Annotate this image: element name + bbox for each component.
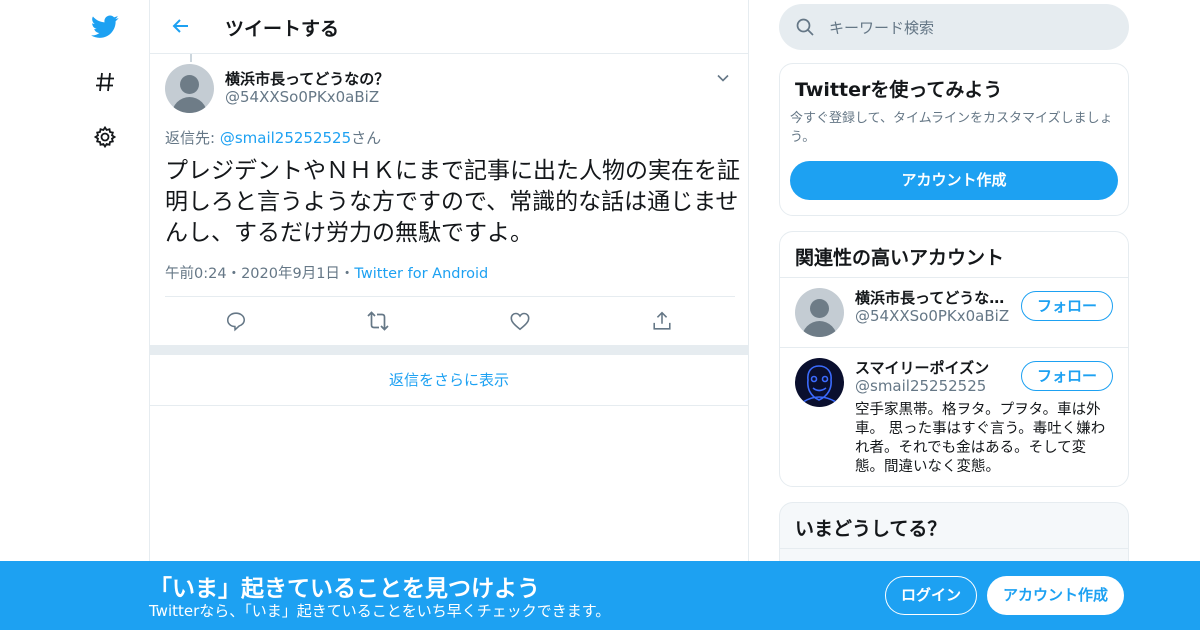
reply-to-link[interactable]: @smail25252525 bbox=[220, 129, 351, 147]
reply-prefix: 返信先: bbox=[165, 129, 220, 147]
related-accounts-card: 関連性の高いアカウント 横浜市長ってどうな… @54XXSo0PKx0aBiZ … bbox=[779, 231, 1129, 487]
author-name[interactable]: 横浜市長ってどうなの？ bbox=[225, 68, 389, 89]
tweet-time[interactable]: 午前0:24 bbox=[165, 266, 227, 282]
back-arrow-icon[interactable] bbox=[168, 13, 194, 39]
left-nav bbox=[80, 0, 130, 630]
banner-subtext: Twitterなら、「いま」起きていることをいち早くチェックできます。 bbox=[149, 602, 611, 620]
trends-title: いまどうしてる？ bbox=[795, 518, 947, 540]
hashtag-icon[interactable] bbox=[90, 67, 120, 97]
reply-icon[interactable] bbox=[224, 309, 248, 333]
related-title: 関連性の高いアカウント bbox=[795, 247, 1005, 269]
twitter-bird-icon[interactable] bbox=[90, 12, 120, 42]
banner-headline: 「いま」起きていることを見つけよう bbox=[149, 576, 540, 602]
signup-card-desc: 今すぐ登録して、タイムラインをカスタマイズしましょう。 bbox=[790, 111, 1113, 145]
show-more-replies-link[interactable]: 返信をさらに表示 bbox=[150, 356, 748, 406]
divider bbox=[780, 347, 1128, 348]
follow-button[interactable]: フォロー bbox=[1021, 291, 1113, 321]
meta-separator: ・ bbox=[339, 266, 355, 282]
signup-card: Twitterを使ってみよう 今すぐ登録して、タイムラインをカスタマイズしましょ… bbox=[779, 63, 1129, 216]
related-account-bio: 空手家黒帯。格ヲタ。プヲタ。車は外車。 思った事はすぐ言う。毒吐く嫌われ者。それ… bbox=[855, 402, 1106, 475]
page-title: ツイートする bbox=[225, 18, 340, 40]
related-account-handle[interactable]: @smail25252525 bbox=[855, 377, 986, 395]
thread-line bbox=[190, 54, 192, 62]
retweet-icon[interactable] bbox=[366, 309, 390, 333]
tweet-source-link[interactable]: Twitter for Android bbox=[354, 266, 488, 282]
avatar[interactable] bbox=[795, 288, 844, 337]
create-account-button[interactable]: アカウント作成 bbox=[790, 161, 1118, 200]
tweet-text: プレジデントやＮＨＫにまで記事に出た人物の実在を証明しろと言うような方ですので、… bbox=[165, 158, 740, 246]
tweet-date[interactable]: 2020年9月1日 bbox=[241, 266, 340, 282]
page-header: ツイートする bbox=[150, 0, 748, 54]
meta-separator: ・ bbox=[226, 266, 242, 282]
section-separator bbox=[150, 345, 748, 355]
divider bbox=[780, 277, 1128, 278]
heart-icon[interactable] bbox=[508, 309, 532, 333]
signup-button[interactable]: アカウント作成 bbox=[987, 576, 1124, 615]
divider bbox=[165, 296, 735, 297]
avatar[interactable] bbox=[795, 358, 844, 407]
author-handle[interactable]: @54XXSo0PKx0aBiZ bbox=[225, 88, 379, 106]
chevron-down-icon[interactable] bbox=[716, 70, 730, 89]
tweet-meta: 午前0:24・2020年9月1日・Twitter for Android bbox=[165, 262, 488, 283]
main-column: ツイートする 横浜市長ってどうなの？ @54XXSo0PKx0aBiZ 返信先:… bbox=[149, 0, 749, 630]
gear-icon[interactable] bbox=[90, 122, 120, 152]
search-icon bbox=[795, 17, 815, 41]
related-account-handle[interactable]: @54XXSo0PKx0aBiZ bbox=[855, 307, 1009, 325]
reply-to-line: 返信先: @smail25252525さん bbox=[165, 127, 381, 148]
related-account-name[interactable]: 横浜市長ってどうな… bbox=[855, 287, 1010, 308]
related-account-name[interactable]: スマイリーポイズン bbox=[855, 357, 1010, 378]
signup-card-title: Twitterを使ってみよう bbox=[795, 79, 1003, 101]
share-icon[interactable] bbox=[650, 309, 674, 333]
avatar[interactable] bbox=[165, 64, 214, 113]
bottom-signup-banner: 「いま」起きていることを見つけよう Twitterなら、「いま」起きていることを… bbox=[0, 561, 1200, 630]
search-input[interactable]: キーワード検索 bbox=[779, 4, 1129, 50]
reply-suffix: さん bbox=[351, 129, 382, 147]
divider bbox=[780, 548, 1128, 549]
follow-button[interactable]: フォロー bbox=[1021, 361, 1113, 391]
login-button[interactable]: ログイン bbox=[885, 576, 977, 615]
search-placeholder: キーワード検索 bbox=[829, 19, 935, 37]
